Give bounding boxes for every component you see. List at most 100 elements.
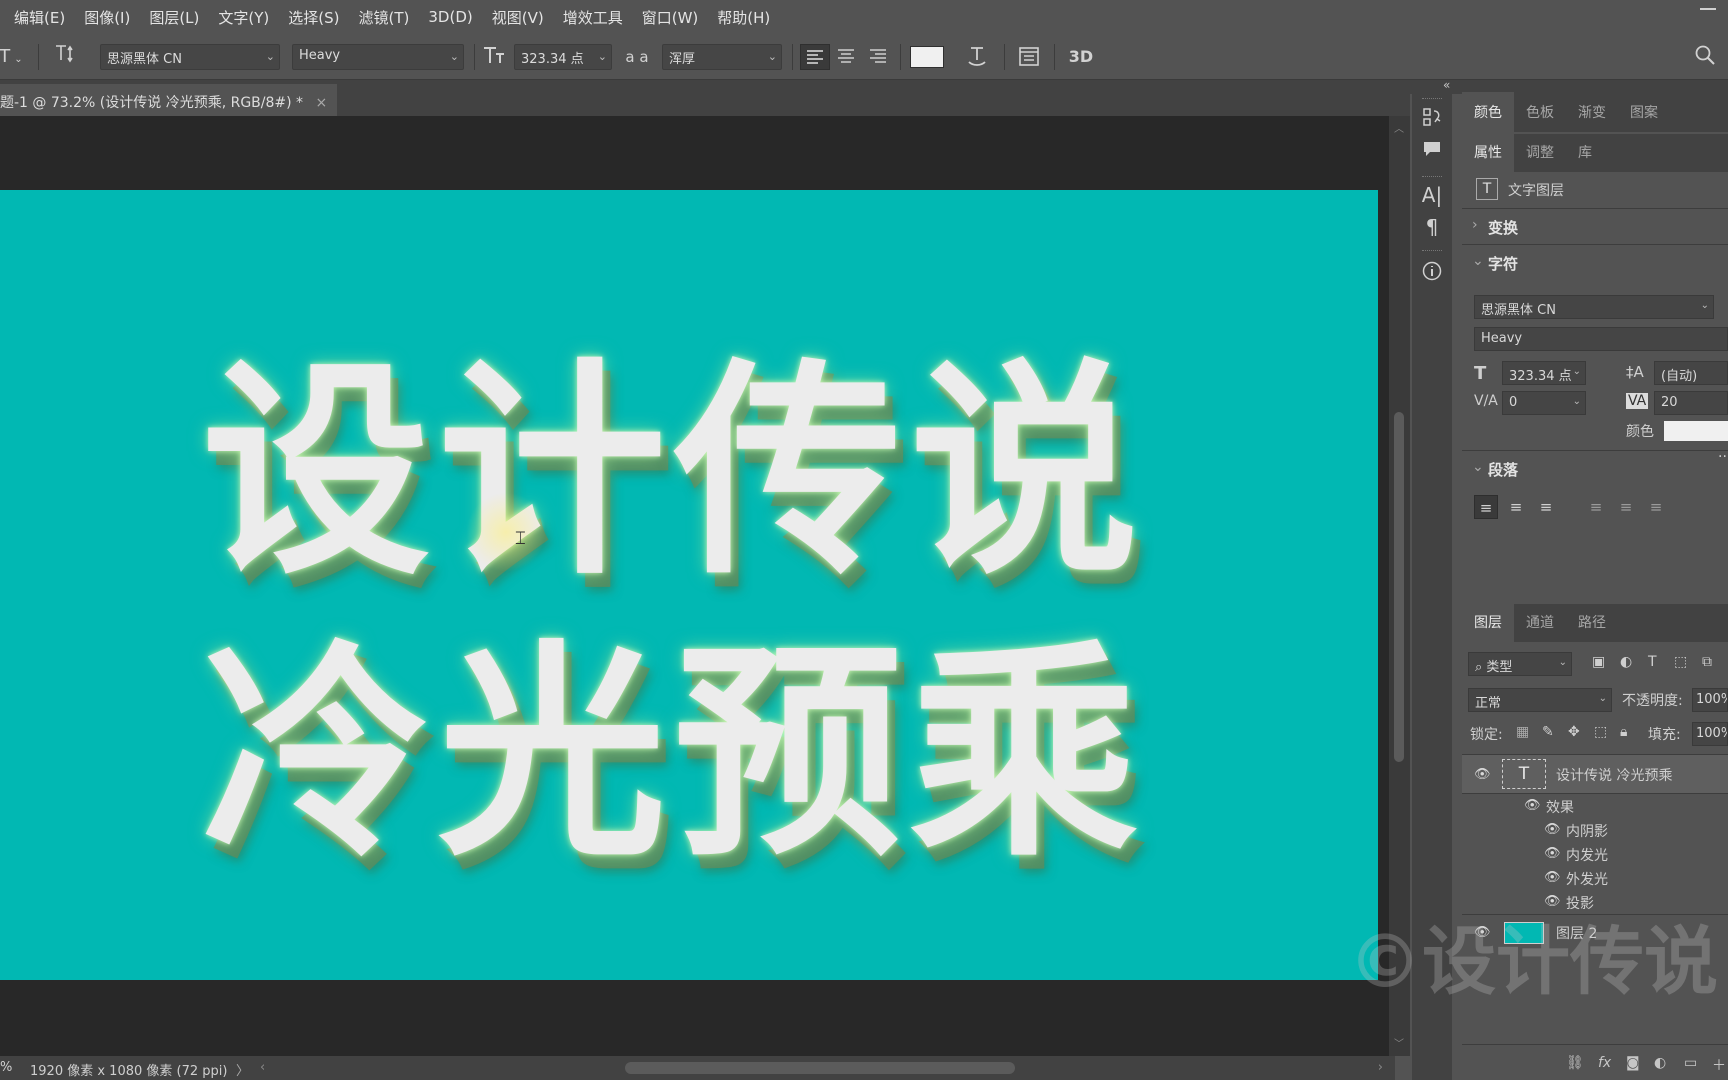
close-icon[interactable]: × [316,95,328,111]
tab-color[interactable]: 颜色 [1462,92,1514,132]
layer-row-text[interactable]: 👁︎ T 设计传说 冷光预乘 [1462,754,1728,794]
character-font-family-select[interactable]: 思源黑体 CN ⌄ [1474,295,1714,319]
layer-name[interactable]: 设计传说 冷光预乘 [1556,765,1672,785]
layer-row-drop-shadow[interactable]: 👁︎ 投影 [1462,890,1728,914]
collapse-panels-icon[interactable]: « [1443,78,1450,92]
justify-last-left-button[interactable]: ≡ [1584,495,1608,519]
scroll-up-icon[interactable]: ︿ [1394,120,1404,135]
eye-icon[interactable]: 👁︎ [1544,870,1561,885]
layer-filter-select[interactable]: ⌕ 类型 ⌄ [1468,652,1572,676]
menu-filter[interactable]: 滤镜(T) [359,7,410,28]
lock-all-icon[interactable]: 🔒︎ [1620,724,1627,740]
canvas-workspace[interactable]: 设计传说 冷光预乘 ⌶ [0,116,1395,1056]
vertical-scrollbar[interactable]: ︿ ﹀ [1389,116,1410,1056]
align-right-button[interactable] [864,44,894,70]
menu-select[interactable]: 选择(S) [288,7,339,28]
eye-icon[interactable]: 👁︎ [1544,822,1561,837]
align-left-button[interactable] [800,44,830,70]
eye-icon[interactable]: 👁︎ [1544,894,1561,909]
paragraph-align-right-button[interactable]: ≡ [1534,495,1558,519]
new-adjustment-icon[interactable]: ◐ [1654,1055,1666,1071]
filter-type-icon[interactable]: T [1648,654,1657,670]
zoom-level[interactable]: % [0,1060,12,1075]
anti-alias-select[interactable]: 浑厚 ⌄ [662,44,782,70]
search-button[interactable] [1690,44,1720,74]
paragraph-align-left-button[interactable]: ≡ [1474,495,1498,519]
tab-adjustments[interactable]: 调整 [1514,142,1566,172]
paragraph-panel-button[interactable]: ¶ [1416,212,1448,242]
tab-gradients[interactable]: 渐变 [1566,102,1618,132]
lock-artboard-icon[interactable]: ⬚ [1594,724,1607,740]
menu-view[interactable]: 视图(V) [492,7,544,28]
layer-row-inner-shadow[interactable]: 👁︎ 内阴影 [1462,818,1728,842]
type-tool-preset-button[interactable]: T ⌄ [0,44,26,73]
menu-help[interactable]: 帮助(H) [717,7,770,28]
kerning-select[interactable]: 0 ⌄ [1502,391,1586,415]
scrollbar-thumb[interactable] [1394,412,1404,762]
headline-line-2[interactable]: 冷光预乘 [202,640,1146,868]
justify-last-center-button[interactable]: ≡ [1614,495,1638,519]
font-style-select[interactable]: Heavy ⌄ [292,44,464,70]
eye-icon[interactable]: 👁︎ [1474,925,1491,940]
menu-window[interactable]: 窗口(W) [642,7,699,28]
layer-name[interactable]: 图层 2 [1556,923,1597,943]
add-style-icon[interactable]: fx [1598,1055,1611,1071]
artboard[interactable]: 设计传说 冷光预乘 ⌶ [0,190,1378,980]
layer-row-outer-glow[interactable]: 👁︎ 外发光 [1462,866,1728,890]
filter-adjustment-icon[interactable]: ◐ [1620,654,1632,670]
tracking-select[interactable]: 20 [1654,391,1728,415]
add-mask-icon[interactable]: ◙ [1626,1055,1640,1071]
tab-channels[interactable]: 通道 [1514,612,1566,642]
headline-line-1[interactable]: 设计传说 [202,358,1146,586]
layer-row-effects[interactable]: 👁︎ 效果 [1462,794,1728,818]
menu-type[interactable]: 文字(Y) [218,7,269,28]
new-layer-icon[interactable]: ＋ [1712,1055,1726,1075]
chevron-right-icon[interactable]: 〉 [236,1060,249,1079]
character-color-swatch[interactable] [1664,421,1728,441]
lock-image-icon[interactable]: ✎ [1542,724,1554,740]
scroll-down-icon[interactable]: ﹀ [1394,1035,1404,1050]
menu-plugins[interactable]: 增效工具 [563,7,623,28]
layer-row-inner-glow[interactable]: 👁︎ 内发光 [1462,842,1728,866]
toggle-panels-button[interactable] [1014,44,1044,76]
font-family-select[interactable]: 思源黑体 CN ⌄ [100,44,280,70]
scroll-right-icon[interactable]: › [1378,1060,1383,1075]
lock-position-icon[interactable]: ✥ [1568,724,1580,740]
tab-properties[interactable]: 属性 [1462,132,1514,172]
font-size-select[interactable]: 323.34 点 ⌄ [514,44,612,70]
scroll-left-icon[interactable]: ‹ [260,1060,265,1075]
paragraph-align-center-button[interactable]: ≡ [1504,495,1528,519]
comments-panel-button[interactable] [1416,138,1448,168]
menu-3d[interactable]: 3D(D) [428,8,472,26]
horizontal-scrollbar-thumb[interactable] [625,1062,1015,1074]
align-center-button[interactable] [832,44,862,70]
character-panel-button[interactable]: A| [1416,180,1448,210]
menu-edit[interactable]: 编辑(E) [14,7,65,28]
filter-pixel-icon[interactable]: ▣ [1592,654,1605,670]
fill-input[interactable]: 100% [1692,722,1728,746]
link-layers-icon[interactable]: ⛓︎ [1566,1055,1584,1071]
character-font-style-select[interactable]: Heavy [1474,327,1728,351]
justify-last-right-button[interactable]: ≡ [1644,495,1668,519]
minimize-button[interactable] [1688,0,1728,26]
document-tab[interactable]: 标题-1 @ 73.2% (设计传说 冷光预乘, RGB/8#) * × [0,84,338,116]
filter-smart-object-icon[interactable]: ⧉ [1702,654,1712,670]
opacity-input[interactable]: 100% [1692,688,1728,712]
eye-icon[interactable]: 👁︎ [1544,846,1561,861]
tab-libraries[interactable]: 库 [1566,142,1604,172]
info-panel-button[interactable] [1416,260,1448,290]
toggle-text-orientation-button[interactable] [50,44,80,72]
menu-layer[interactable]: 图层(L) [149,7,199,28]
lock-transparent-icon[interactable]: ▦ [1516,724,1529,740]
chevron-down-icon[interactable]: ⌄ [1472,459,1484,475]
chevron-down-icon[interactable]: ⌄ [1472,253,1484,269]
3d-button[interactable]: 3D [1064,44,1098,70]
eye-icon[interactable]: 👁︎ [1524,798,1541,813]
history-panel-button[interactable] [1416,106,1448,136]
layer-row-fill[interactable]: 👁︎ 图层 2 [1462,914,1728,950]
filter-shape-icon[interactable]: ⬚ [1674,654,1687,670]
menu-image[interactable]: 图像(I) [84,7,130,28]
warp-text-button[interactable] [962,44,992,76]
tab-layers[interactable]: 图层 [1462,602,1514,642]
tab-patterns[interactable]: 图案 [1618,102,1670,132]
